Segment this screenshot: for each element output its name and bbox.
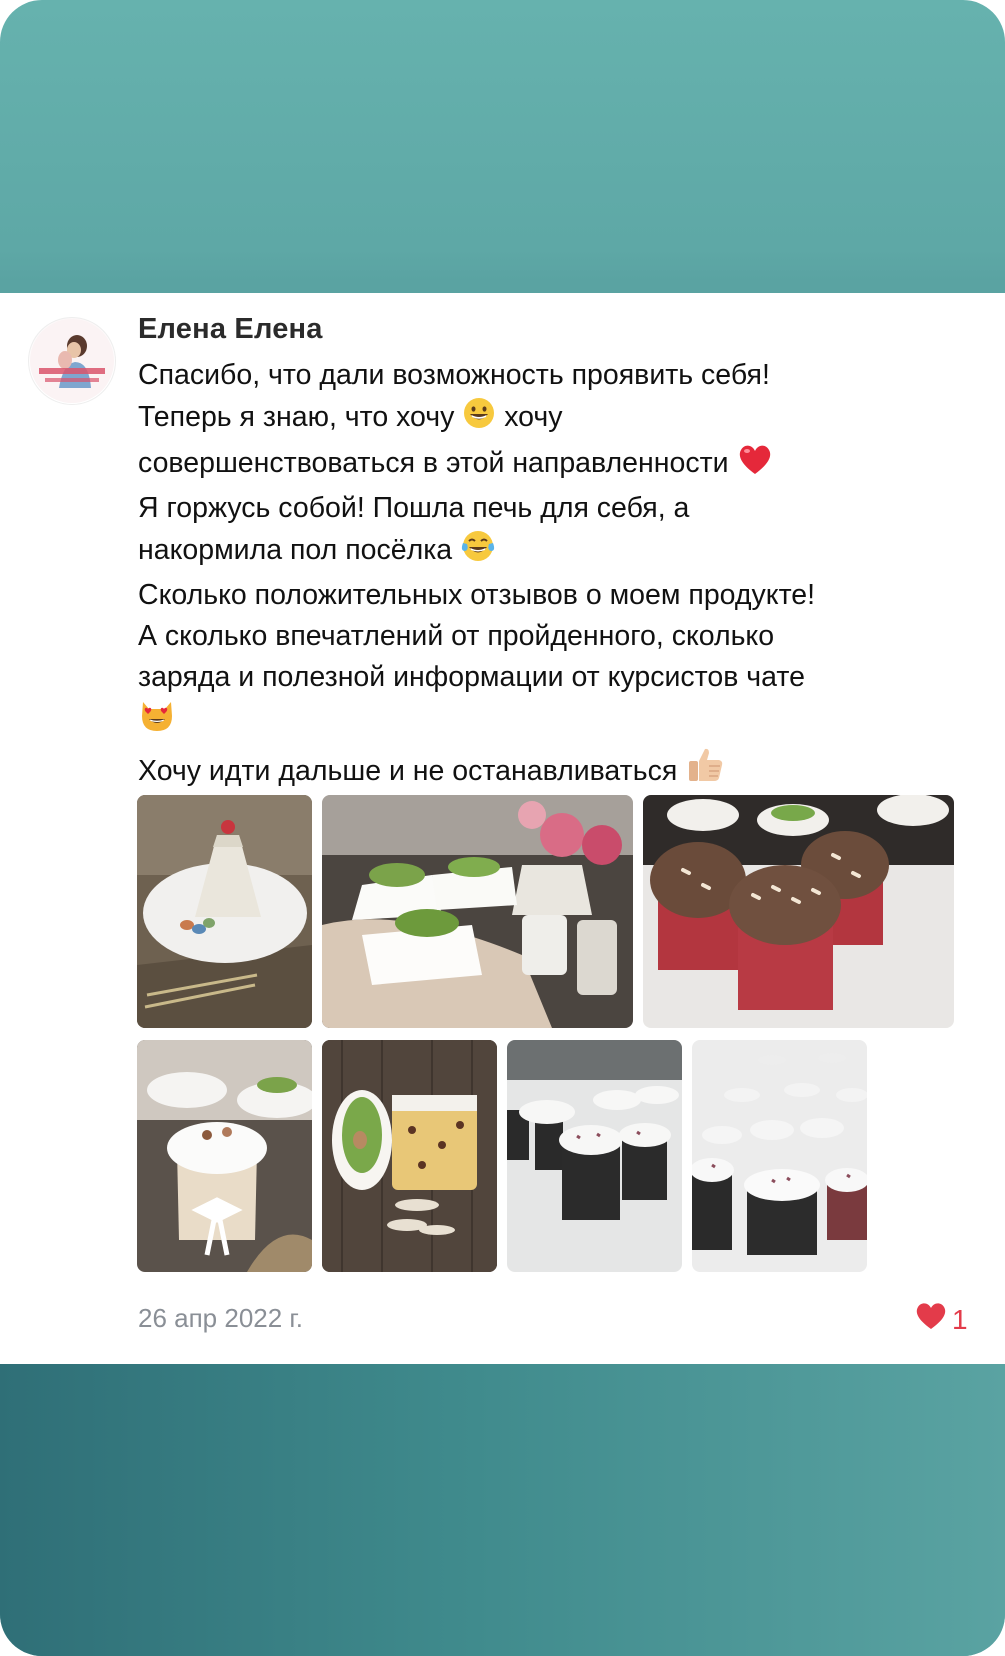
photo-kulich-many[interactable] [692,1040,867,1272]
screenshot-frame: Елена Елена Спасибо, что дали возможност… [0,0,1005,1656]
photo-kulich-chocolate[interactable] [643,795,954,1028]
comment-text: Спасибо, что дали возможность проявить с… [138,355,978,796]
like-heart-icon [914,1301,948,1338]
photo-kulich-flowers[interactable] [322,795,633,1028]
text-line: А сколько впечатлений от пройденного, ск… [138,620,775,652]
text-line: Хочу идти дальше и не останавливаться [138,746,978,796]
author-name[interactable]: Елена Елена [138,313,323,346]
photo-kulich-bow[interactable] [137,1040,312,1272]
text-line: накормила пол посёлка [138,529,978,575]
tears-of-joy-face-icon [460,529,496,575]
text-line: Я горжусь собой! Пошла печь для себя, а [138,492,690,524]
heart-eyes-cat-icon [138,698,176,746]
grinning-face-icon [462,396,496,442]
text-line: Спасибо, что дали возможность проявить с… [138,359,770,391]
text-line: Теперь я знаю, что хочу хочу [138,396,978,442]
photo-kulich-slice[interactable] [322,1040,497,1272]
comment-date: 26 апр 2022 г. [138,1303,303,1333]
photo-kulich-rows[interactable] [507,1040,682,1272]
thumbs-up-icon [685,746,725,796]
background-band [0,1364,1005,1656]
text-line [138,698,978,746]
photo-paskha-plate[interactable] [137,795,312,1028]
text-line: Сколько положительных отзывов о моем про… [138,579,816,611]
red-heart-icon [736,442,774,488]
like-button[interactable]: 1 [914,1301,968,1338]
like-count: 1 [952,1303,968,1335]
text-line: совершенствоваться в этой направленности [138,442,978,488]
avatar[interactable] [28,317,116,405]
text-line: заряда и полезной информации от курсисто… [138,661,805,693]
comment-card: Елена Елена Спасибо, что дали возможност… [0,293,1005,1364]
